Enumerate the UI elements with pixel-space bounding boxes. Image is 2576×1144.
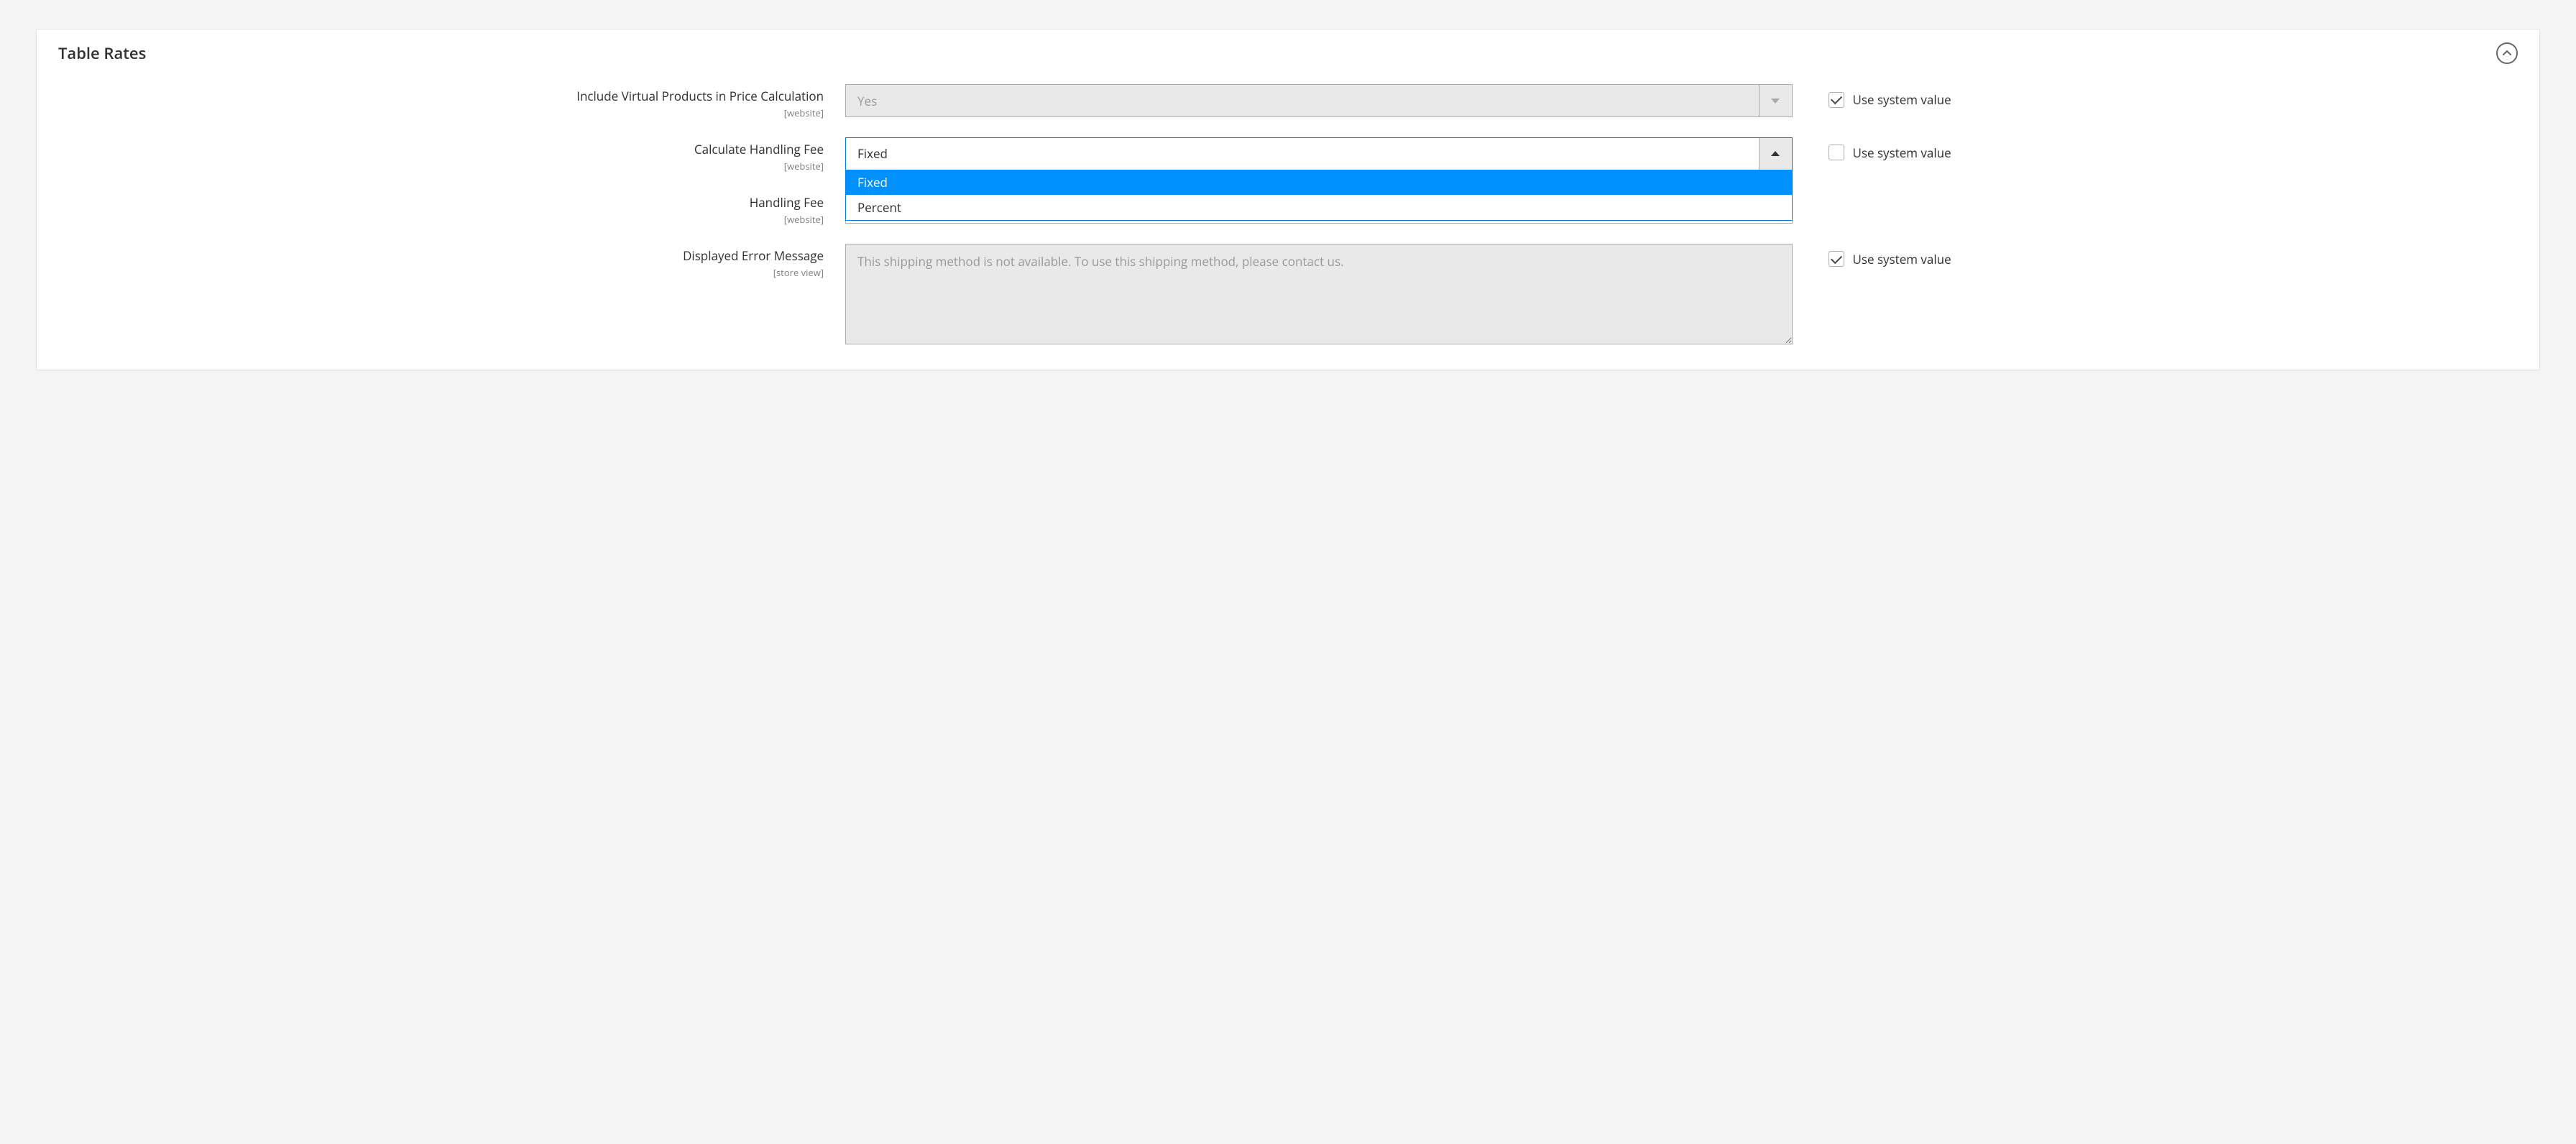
- handling-fee-type-system-label: Use system value: [1853, 145, 1951, 161]
- include-virtual-select: Yes: [845, 84, 1792, 117]
- include-virtual-scope: [website]: [58, 106, 824, 119]
- handling-fee-type-scope: [website]: [58, 160, 824, 173]
- control-col: Fixed Fixed Percent: [845, 137, 1792, 170]
- error-message-scope: [store view]: [58, 266, 824, 279]
- error-message-system-label: Use system value: [1853, 251, 1951, 267]
- row-handling-fee-type: Calculate Handling Fee [website] Fixed F…: [58, 137, 2518, 173]
- handling-fee-scope: [website]: [58, 213, 824, 226]
- handling-fee-type-label: Calculate Handling Fee: [58, 142, 824, 158]
- chevron-up-icon: [2503, 50, 2511, 56]
- handling-fee-type-select[interactable]: Fixed Fixed Percent: [845, 137, 1792, 170]
- row-include-virtual: Include Virtual Products in Price Calcul…: [58, 84, 2518, 119]
- error-message-label: Displayed Error Message: [58, 248, 824, 265]
- handling-fee-type-toggle[interactable]: [1759, 138, 1792, 170]
- panel-header: Table Rates: [58, 42, 2518, 64]
- handling-fee-type-system-checkbox[interactable]: [1828, 145, 1844, 160]
- include-virtual-label: Include Virtual Products in Price Calcul…: [58, 88, 824, 105]
- chevron-up-icon: [1771, 151, 1780, 156]
- control-col: [845, 244, 1792, 348]
- error-message-system-checkbox[interactable]: [1828, 251, 1844, 267]
- include-virtual-system-label: Use system value: [1853, 91, 1951, 108]
- include-virtual-system-checkbox[interactable]: [1828, 92, 1844, 108]
- chevron-down-icon: [1771, 99, 1780, 104]
- row-error-message: Displayed Error Message [store view] Use…: [58, 244, 2518, 348]
- collapse-button[interactable]: [2496, 42, 2518, 64]
- dropdown-option-fixed[interactable]: Fixed: [846, 170, 1791, 195]
- handling-fee-type-value: Fixed: [846, 138, 1758, 170]
- handling-fee-label: Handling Fee: [58, 195, 824, 211]
- label-col: Handling Fee [website]: [58, 191, 845, 226]
- label-col: Displayed Error Message [store view]: [58, 244, 845, 279]
- error-message-textarea: [845, 244, 1792, 344]
- handling-fee-type-dropdown: Fixed Percent: [845, 170, 1792, 221]
- system-col: Use system value: [1793, 84, 1951, 108]
- label-col: Calculate Handling Fee [website]: [58, 137, 845, 173]
- control-col: Yes: [845, 84, 1792, 117]
- label-col: Include Virtual Products in Price Calcul…: [58, 84, 845, 119]
- include-virtual-value: Yes: [846, 85, 1758, 116]
- panel-title: Table Rates: [58, 42, 146, 64]
- include-virtual-toggle: [1759, 85, 1792, 116]
- system-col: Use system value: [1793, 244, 1951, 267]
- table-rates-panel: Table Rates Include Virtual Products in …: [36, 29, 2540, 370]
- system-col: Use system value: [1793, 137, 1951, 161]
- system-col: [1793, 191, 1828, 198]
- dropdown-option-percent[interactable]: Percent: [846, 195, 1791, 220]
